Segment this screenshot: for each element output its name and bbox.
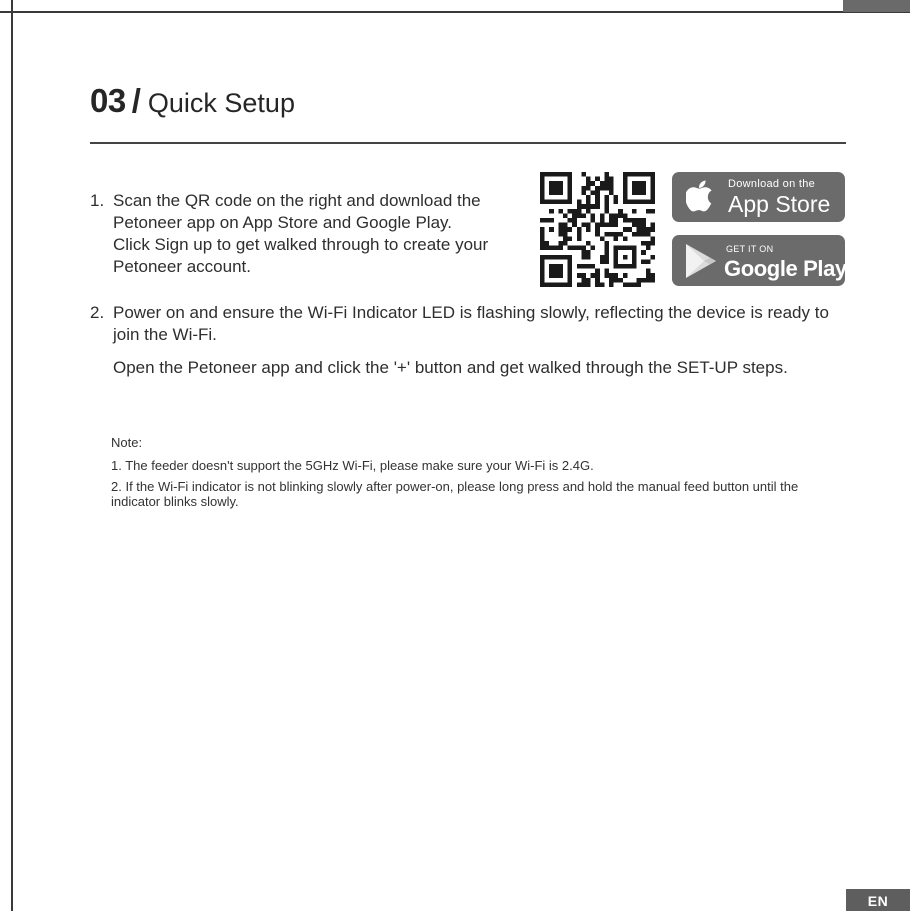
language-tab: EN [846, 889, 910, 911]
app-store-caption: Download on the [728, 178, 816, 190]
google-play-caption: GET IT ON [726, 244, 774, 254]
play-icon [686, 244, 716, 278]
app-store-label: App Store [728, 191, 831, 217]
section-slash: / [131, 82, 141, 119]
note-item: 2. If the Wi-Fi indicator is not blinkin… [111, 479, 799, 509]
section-heading: 03/Quick Setup [90, 82, 295, 120]
qr-code [540, 172, 655, 287]
note-item: 1. The feeder doesn't support the 5GHz W… [111, 458, 594, 473]
corner-tab [843, 0, 910, 12]
section-number: 03 [90, 82, 126, 119]
note-section: Note: 1. The feeder doesn't support the … [111, 435, 846, 515]
page-left-border [11, 0, 13, 911]
note-heading: Note: [111, 435, 143, 450]
google-play-label: Google Play [724, 256, 847, 281]
google-play-badge[interactable]: GET IT ON Google Play [672, 235, 847, 286]
step-line: Click Sign up to get walked through to c… [113, 235, 489, 254]
title-divider [90, 142, 846, 144]
step-line: Scan the QR code on the right and downlo… [113, 191, 481, 210]
section-title: Quick Setup [147, 88, 295, 118]
step-number: 2. [90, 303, 105, 322]
step-text: Power on and ensure the Wi-Fi Indicator … [113, 302, 833, 379]
step-paragraph: Open the Petoneer app and click the '+' … [113, 358, 788, 377]
app-store-badge[interactable]: Download on the App Store [672, 172, 845, 222]
step-paragraph: Power on and ensure the Wi-Fi Indicator … [113, 303, 829, 344]
step-line: Petoneer app on App Store and Google Pla… [113, 213, 452, 232]
page-top-border [0, 11, 910, 13]
apple-icon [686, 180, 712, 212]
step-number: 1. [90, 191, 105, 210]
step-line: Petoneer account. [113, 257, 251, 276]
step-text: Scan the QR code on the right and downlo… [113, 190, 533, 278]
